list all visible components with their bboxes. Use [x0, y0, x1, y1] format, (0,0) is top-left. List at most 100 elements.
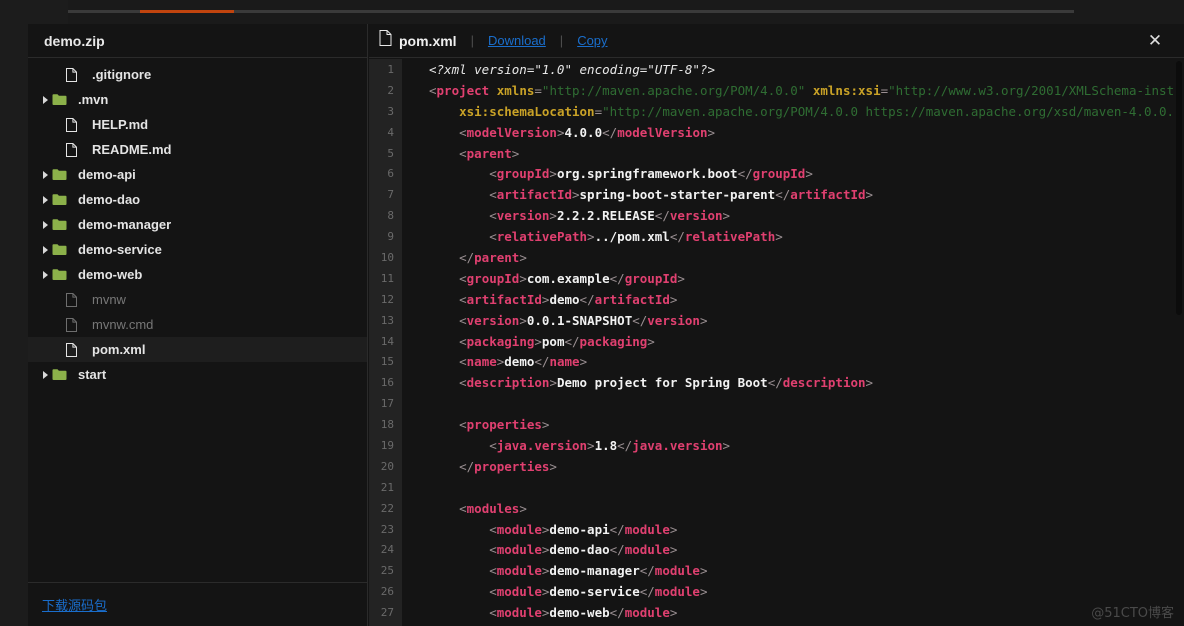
code-line[interactable]: </properties>	[402, 456, 1184, 477]
code-line[interactable]: <module>demo-web</module>	[402, 602, 1184, 623]
tree-item-mvnw-cmd[interactable]: mvnw.cmd	[28, 312, 367, 337]
line-number-label: 13	[380, 313, 394, 327]
folder-icon	[52, 268, 78, 281]
code-line[interactable]: <description>Demo project for Spring Boo…	[402, 372, 1184, 393]
download-button[interactable]: Download	[488, 33, 546, 48]
tree-item-mvnw[interactable]: mvnw	[28, 287, 367, 312]
line-number: 9	[369, 226, 402, 247]
tree-item-label: demo-service	[78, 242, 162, 257]
tree-item-label: HELP.md	[92, 117, 149, 132]
line-number-label: 8	[387, 209, 394, 223]
code-line-text: <packaging>pom</packaging>	[429, 333, 655, 349]
code-line[interactable]: <artifactId>spring-boot-starter-parent</…	[402, 184, 1184, 205]
tree-item-demo-service[interactable]: demo-service	[28, 237, 367, 262]
code-scrollbar-thumb[interactable]	[1176, 61, 1182, 315]
code-line[interactable]: <module>demo-service</module>	[402, 581, 1184, 602]
chevron-right-icon[interactable]	[38, 370, 52, 379]
line-number-label: 1	[387, 62, 394, 76]
chevron-right-icon[interactable]	[38, 245, 52, 254]
code-line-text: <groupId>org.springframework.boot</group…	[429, 166, 813, 182]
line-number: 4	[369, 122, 402, 143]
code-line[interactable]: <packaging>pom</packaging>	[402, 331, 1184, 352]
code-line[interactable]: <module>demo-dao</module>	[402, 539, 1184, 560]
watermark: @51CTO博客	[1091, 606, 1174, 621]
code-line[interactable]: <java.version>1.8</java.version>	[402, 435, 1184, 456]
tree-item-demo-web[interactable]: demo-web	[28, 262, 367, 287]
code-line[interactable]: <project xmlns="http://maven.apache.org/…	[402, 80, 1184, 101]
tree-item-start[interactable]: start	[28, 362, 367, 387]
chevron-right-icon[interactable]	[38, 170, 52, 179]
line-number: 14	[369, 331, 402, 352]
tree-item-demo-manager[interactable]: demo-manager	[28, 212, 367, 237]
line-number: 8	[369, 205, 402, 226]
tree-item-label: mvnw.cmd	[92, 317, 154, 332]
line-number-label: 18	[380, 418, 394, 432]
code-line-text: <module>demo-web</module>	[429, 605, 678, 621]
code-line[interactable]	[402, 477, 1184, 498]
code-line[interactable]: xsi:schemaLocation="http://maven.apache.…	[402, 101, 1184, 122]
chevron-right-icon[interactable]	[38, 195, 52, 204]
code-line-text: <project xmlns="http://maven.apache.org/…	[429, 82, 1184, 98]
copy-button[interactable]: Copy	[577, 33, 607, 48]
line-number-label: 23	[380, 522, 394, 536]
chevron-right-icon[interactable]	[38, 95, 52, 104]
line-number: 23	[369, 519, 402, 540]
line-number: 16	[369, 372, 402, 393]
code-line[interactable]: <parent>	[402, 143, 1184, 164]
code-line[interactable]: <groupId>org.springframework.boot</group…	[402, 163, 1184, 184]
download-source-link[interactable]: 下载源码包	[42, 595, 107, 614]
code-line[interactable]: <relativePath>../pom.xml</relativePath>	[402, 226, 1184, 247]
tree-item-gitignore[interactable]: .gitignore	[28, 62, 367, 87]
code-line[interactable]	[402, 393, 1184, 414]
code-line-text: <module>demo-manager</module>	[429, 563, 708, 579]
line-number-label: 5	[387, 146, 394, 160]
tree-item-label: README.md	[92, 142, 172, 157]
code-line-text: <version>0.0.1-SNAPSHOT</version>	[429, 312, 708, 328]
line-number-label: 15	[380, 355, 394, 369]
code-line[interactable]: <artifactId>demo</artifactId>	[402, 289, 1184, 310]
code-line[interactable]: <groupId>com.example</groupId>	[402, 268, 1184, 289]
code-line[interactable]: <name>demo</name>	[402, 351, 1184, 372]
code-line-text: <module>demo-api</module>	[429, 521, 678, 537]
code-line[interactable]: <modules>	[402, 498, 1184, 519]
tree-item-readme-md[interactable]: README.md	[28, 137, 367, 162]
line-number-label: 16	[380, 376, 394, 390]
code-line-text: xsi:schemaLocation="http://maven.apache.…	[459, 103, 1184, 119]
code-line[interactable]: <properties>	[402, 414, 1184, 435]
code-line[interactable]: <module>demo-api</module>	[402, 519, 1184, 540]
code-line[interactable]: <modelVersion>4.0.0</modelVersion>	[402, 122, 1184, 143]
code-line[interactable]: <module>demo-manager</module>	[402, 560, 1184, 581]
line-number-label: 3	[387, 104, 394, 118]
tree-item-pom-xml[interactable]: pom.xml	[28, 337, 367, 362]
tree-item-demo-dao[interactable]: demo-dao	[28, 187, 367, 212]
tree-item-label: mvnw	[92, 292, 126, 307]
code-line[interactable]: <version>2.2.2.RELEASE</version>	[402, 205, 1184, 226]
tree-item-label: pom.xml	[92, 342, 146, 357]
folder-icon	[52, 193, 78, 206]
left-page-gutter	[0, 24, 28, 626]
code-content[interactable]: <?xml version="1.0" encoding="UTF-8"?> <p…	[402, 59, 1184, 626]
code-viewer: 1 2 3 4 5 6 7 8 9 10 11 12 13 14 15 16 17 18 19 20 21 22 23 24 2…	[369, 59, 1184, 626]
code-line-text: <artifactId>demo</artifactId>	[429, 291, 678, 307]
chevron-right-icon[interactable]	[38, 270, 52, 279]
code-scrollbar-track[interactable]	[1174, 59, 1184, 626]
tree-item-help-md[interactable]: HELP.md	[28, 112, 367, 137]
code-line-text: <version>2.2.2.RELEASE</version>	[429, 208, 731, 224]
line-number: 25	[369, 560, 402, 581]
file-icon	[66, 292, 92, 307]
code-line-text: <module>demo-service</module>	[429, 584, 708, 600]
file-tree[interactable]: .gitignore .mvn HELP.md README.md demo-api de…	[28, 58, 367, 387]
code-line[interactable]: </parent>	[402, 247, 1184, 268]
tree-item-mvn[interactable]: .mvn	[28, 87, 367, 112]
code-line-text: <artifactId>spring-boot-starter-parent</…	[429, 187, 874, 203]
chevron-right-icon[interactable]	[38, 220, 52, 229]
close-icon[interactable]: ✕	[1146, 32, 1164, 50]
code-line[interactable]: <?xml version="1.0" encoding="UTF-8"?>	[402, 59, 1184, 80]
line-number-label: 10	[380, 250, 394, 264]
folder-icon	[52, 368, 78, 381]
file-icon	[379, 30, 392, 51]
tree-item-demo-api[interactable]: demo-api	[28, 162, 367, 187]
line-number-label: 4	[387, 125, 394, 139]
code-line[interactable]: <version>0.0.1-SNAPSHOT</version>	[402, 310, 1184, 331]
